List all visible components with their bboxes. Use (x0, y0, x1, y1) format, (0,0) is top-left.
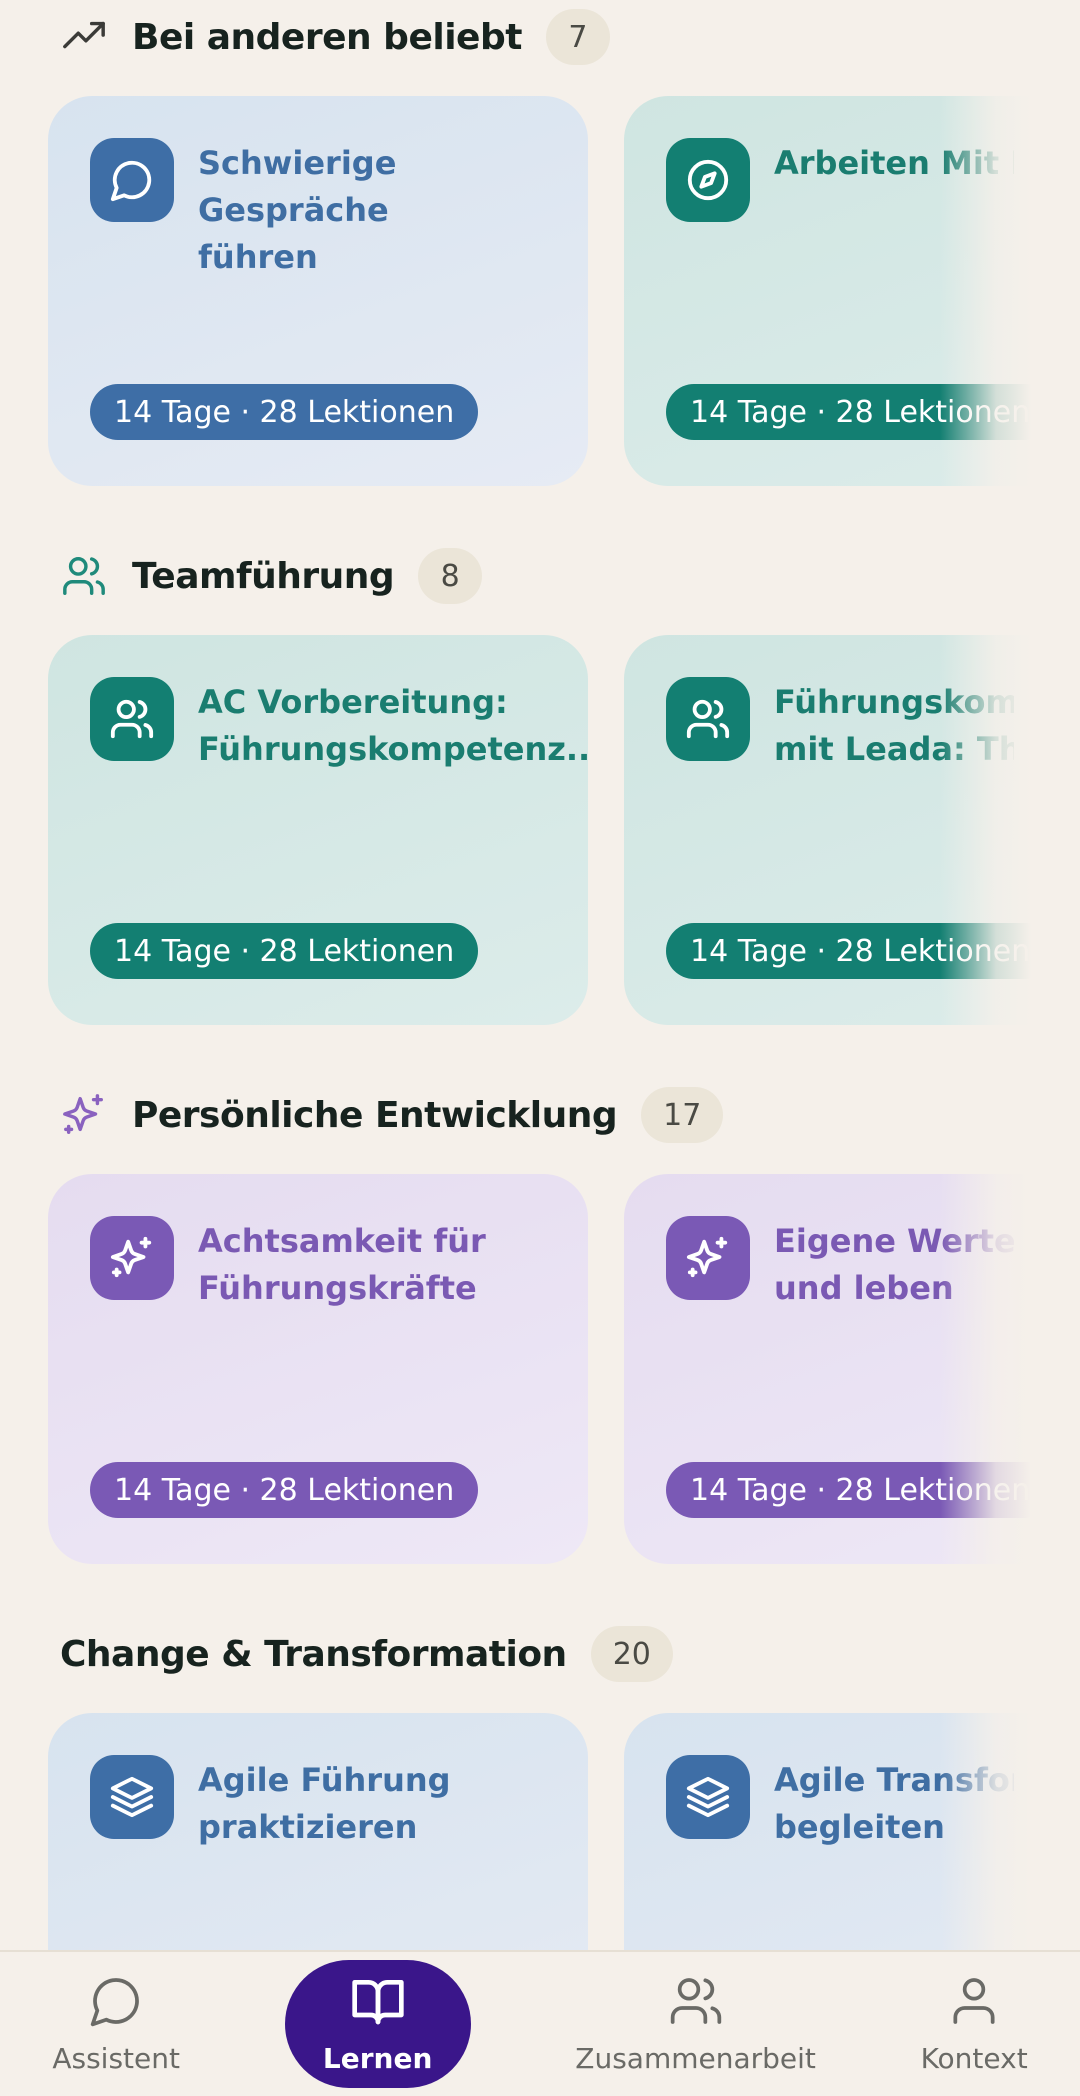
card-carousel[interactable]: Schwierige Gespräche führen 14 Tage · 28… (48, 96, 1080, 486)
users-icon (60, 552, 108, 600)
course-duration-badge: 14 Tage · 28 Lektionen (90, 1462, 479, 1518)
course-card[interactable]: Arbeiten Mit Leada 14 Tage · 28 Lektione… (624, 96, 1080, 486)
trending-up-icon (60, 13, 108, 61)
section-count-badge: 8 (418, 548, 483, 604)
section-title: Bei anderen beliebt (132, 16, 522, 58)
users-icon (90, 677, 174, 761)
course-duration-badge: 14 Tage · 28 Lektionen (666, 384, 1055, 440)
course-card[interactable]: Agile Führung praktizieren (48, 1713, 588, 1950)
users-icon (668, 1973, 724, 2042)
course-duration-badge: 14 Tage · 28 Lektionen (90, 923, 479, 979)
layers-icon (90, 1755, 174, 1839)
course-duration-badge: 14 Tage · 28 Lektionen (666, 1462, 1055, 1518)
user-icon (946, 1973, 1002, 2042)
course-title: Führungskompetenz mit Leada: Theorie (774, 683, 1014, 768)
course-title: Agile Transformation begleiten (774, 1761, 1014, 1846)
compass-icon (666, 138, 750, 222)
course-title: Schwierige Gespräche führen (198, 144, 397, 276)
section-title: Persönliche Entwicklung (132, 1094, 618, 1136)
nav-item-label: Zusammenarbeit (575, 2042, 816, 2075)
course-card[interactable]: Schwierige Gespräche führen 14 Tage · 28… (48, 96, 588, 486)
course-title: Agile Führung praktizieren (198, 1761, 451, 1846)
card-carousel[interactable]: AC Vorbereitung: Führungskompetenz... 14… (48, 635, 1080, 1025)
course-title: AC Vorbereitung: Führungskompetenz... (198, 683, 588, 768)
course-title: Achtsamkeit für Führungskräfte (198, 1222, 486, 1307)
course-title: Arbeiten Mit Leada (774, 144, 1014, 182)
layers-icon (666, 1755, 750, 1839)
sparkles-icon (666, 1216, 750, 1300)
card-carousel[interactable]: Achtsamkeit für Führungskräfte 14 Tage ·… (48, 1174, 1080, 1564)
sparkles-icon (90, 1216, 174, 1300)
nav-item-assistant[interactable]: Assistent (52, 1960, 180, 2088)
card-carousel[interactable]: Agile Führung praktizieren Agile Transfo… (48, 1713, 1080, 1950)
users-icon (666, 677, 750, 761)
section-header: Bei anderen beliebt 7 (60, 2, 610, 72)
learning-catalog[interactable]: Bei anderen beliebt 7 Schwierige Gespräc… (0, 0, 1080, 1950)
nav-item-learn[interactable]: Lernen (284, 1960, 471, 2088)
sparkles-icon (60, 1091, 108, 1139)
book-open-icon (350, 1973, 406, 2042)
nav-item-label: Assistent (52, 2042, 180, 2075)
nav-item-label: Lernen (322, 2042, 433, 2075)
section-count-badge: 17 (641, 1087, 724, 1143)
section-count-badge: 7 (545, 9, 610, 65)
chat-bubble-icon (90, 138, 174, 222)
course-card[interactable]: Achtsamkeit für Führungskräfte 14 Tage ·… (48, 1174, 588, 1564)
course-card[interactable]: Führungskompetenz mit Leada: Theorie 14 … (624, 635, 1080, 1025)
course-card[interactable]: AC Vorbereitung: Führungskompetenz... 14… (48, 635, 588, 1025)
course-duration-badge: 14 Tage · 28 Lektionen (90, 384, 479, 440)
section-title: Teamführung (132, 555, 395, 597)
course-card[interactable]: Eigene Werte klären und leben 14 Tage · … (624, 1174, 1080, 1564)
course-duration-badge: 14 Tage · 28 Lektionen (666, 923, 1055, 979)
course-card[interactable]: Agile Transformation begleiten (624, 1713, 1080, 1950)
nav-item-label: Kontext (920, 2042, 1028, 2075)
section-header: Change & Transformation 20 (60, 1619, 673, 1689)
section-count-badge: 20 (590, 1626, 673, 1682)
course-title: Eigene Werte klären und leben (774, 1222, 1014, 1307)
chat-bubble-icon (88, 1973, 144, 2042)
section-header: Teamführung 8 (60, 541, 483, 611)
section-title: Change & Transformation (60, 1633, 567, 1675)
nav-item-context[interactable]: Kontext (921, 1960, 1028, 2088)
section-header: Persönliche Entwicklung 17 (60, 1080, 724, 1150)
bottom-navigation: Assistent Lernen Zusammenarbeit Kontext (0, 1950, 1080, 2096)
nav-item-collaboration[interactable]: Zusammenarbeit (575, 1960, 816, 2088)
